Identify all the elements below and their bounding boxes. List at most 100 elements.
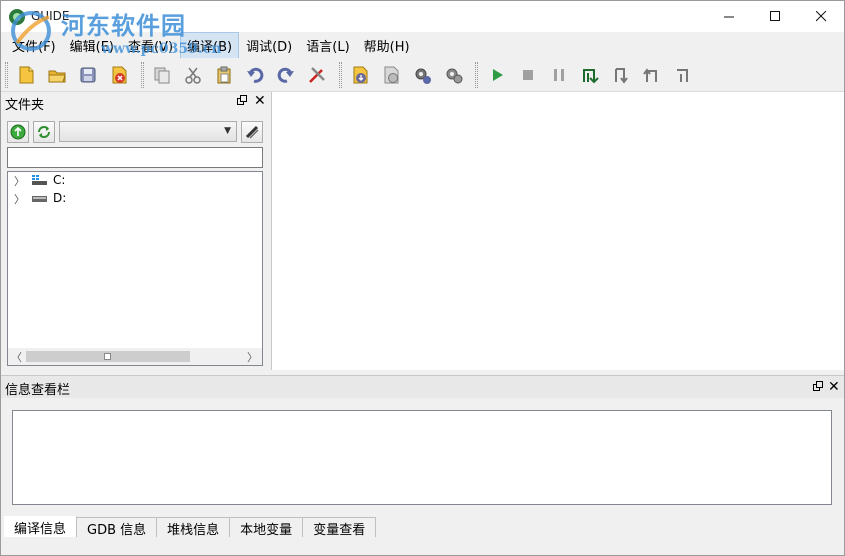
float-pane-icon[interactable] [237, 95, 249, 107]
copy-icon [154, 67, 170, 84]
menu-language[interactable]: 语言(L) [299, 32, 356, 59]
toolbar-grip[interactable] [475, 62, 478, 88]
toolbar [1, 58, 844, 92]
tree-item-c-drive[interactable]: 〉 C: [8, 172, 248, 190]
close-pane-icon[interactable]: ✕ [254, 93, 266, 109]
minimize-button[interactable] [706, 1, 752, 32]
toolbar-grip[interactable] [339, 62, 342, 88]
window-title: GUIDE [31, 9, 70, 23]
gears-icon [446, 68, 463, 84]
toolbar-grip[interactable] [5, 62, 8, 88]
scroll-left-icon[interactable]: 〈 [11, 349, 22, 365]
new-file-button[interactable] [14, 63, 38, 87]
tab-stack-info[interactable]: 堆栈信息 [157, 517, 231, 538]
tree-item-label: C: [53, 173, 66, 187]
step-over-button[interactable] [578, 63, 602, 87]
compile-icon [353, 66, 368, 84]
play-icon [493, 69, 503, 81]
menu-view[interactable]: 查看(V) [121, 32, 180, 59]
redo-button[interactable] [274, 63, 298, 87]
scrollbar-thumb[interactable] [26, 351, 190, 362]
wand-icon [245, 125, 259, 139]
app-window: GUIDE 文件(F) 编辑(E) 查看(V) 编译(B) 调试(D) 语言(L… [0, 0, 845, 556]
tree-item-d-drive[interactable]: 〉 D: [8, 190, 248, 208]
menu-bar: 文件(F) 编辑(E) 查看(V) 编译(B) 调试(D) 语言(L) 帮助(H… [1, 31, 844, 59]
close-file-button[interactable] [107, 63, 131, 87]
folder-pane: 文件夹 ✕ ▼ 〉 C: 〉 D: 〈 〉 [1, 92, 270, 372]
tree-item-label: D: [53, 191, 67, 205]
gear-icon [415, 68, 431, 84]
copy-button[interactable] [150, 63, 174, 87]
pause-icon [554, 69, 564, 81]
step-over-icon [583, 69, 599, 84]
tab-gdb-info[interactable]: GDB 信息 [77, 517, 158, 538]
menu-file[interactable]: 文件(F) [5, 32, 63, 59]
scroll-right-icon[interactable]: 〉 [247, 349, 258, 365]
output-text-area[interactable] [12, 410, 832, 505]
maximize-button[interactable] [752, 1, 798, 32]
paste-button[interactable] [212, 63, 236, 87]
run-button[interactable] [485, 63, 509, 87]
editor-area[interactable] [271, 92, 844, 370]
info-pane: 信息查看栏 ✕ 编译信息 GDB 信息 堆栈信息 本地变量 变量查看 [1, 375, 844, 555]
refresh-button[interactable] [33, 121, 55, 143]
tab-local-variables[interactable]: 本地变量 [230, 517, 304, 538]
info-pane-title: 信息查看栏 [5, 383, 71, 398]
folder-pane-title: 文件夹 [5, 98, 45, 113]
horizontal-scrollbar[interactable]: 〈 〉 [8, 348, 262, 365]
title-bar[interactable]: GUIDE [1, 1, 844, 32]
chevron-down-icon: ▼ [224, 126, 231, 136]
menu-build[interactable]: 编译(B) [180, 31, 240, 59]
app-icon [9, 9, 25, 25]
folder-select[interactable]: ▼ [59, 121, 237, 142]
redo-icon [277, 67, 294, 83]
menu-edit[interactable]: 编辑(E) [63, 32, 121, 59]
path-input[interactable] [7, 147, 263, 168]
chevron-right-icon[interactable]: 〉 [14, 191, 25, 207]
step-out-icon [643, 68, 657, 82]
stop-icon [523, 70, 533, 80]
folder-tree[interactable]: 〉 C: 〉 D: 〈 〉 [7, 171, 263, 366]
close-file-icon [112, 66, 127, 84]
build-icon [384, 66, 399, 84]
float-pane-icon[interactable] [813, 381, 825, 393]
run-to-cursor-icon [677, 69, 688, 82]
undo-button[interactable] [243, 63, 267, 87]
save-icon [80, 67, 96, 83]
open-folder-icon [48, 70, 66, 83]
toolbar-grip[interactable] [141, 62, 144, 88]
cut-button[interactable] [181, 63, 205, 87]
save-button[interactable] [76, 63, 100, 87]
hard-drive-icon [32, 196, 47, 202]
build-settings-button[interactable] [410, 63, 434, 87]
close-icon [815, 11, 826, 22]
build-button[interactable] [379, 63, 403, 87]
compile-button[interactable] [348, 63, 372, 87]
chevron-right-icon[interactable]: 〉 [14, 173, 25, 189]
pause-button[interactable] [547, 63, 571, 87]
close-pane-icon[interactable]: ✕ [828, 379, 840, 395]
folder-pane-header: 文件夹 ✕ [1, 92, 270, 113]
folder-up-button[interactable] [7, 121, 29, 143]
info-tabs: 编译信息 GDB 信息 堆栈信息 本地变量 变量查看 [4, 516, 377, 538]
step-into-button[interactable] [609, 63, 633, 87]
run-to-cursor-button[interactable] [671, 63, 695, 87]
tools-button[interactable] [305, 63, 329, 87]
open-folder-button[interactable] [45, 63, 69, 87]
menu-help[interactable]: 帮助(H) [357, 32, 417, 59]
close-button[interactable] [798, 1, 844, 32]
step-into-icon [615, 68, 628, 84]
step-out-button[interactable] [640, 63, 664, 87]
undo-icon [247, 67, 264, 83]
stop-button[interactable] [516, 63, 540, 87]
browse-button[interactable] [241, 121, 263, 143]
menu-debug[interactable]: 调试(D) [239, 32, 299, 59]
paste-icon [217, 66, 231, 84]
scrollbar-grip [104, 353, 111, 360]
run-settings-button[interactable] [441, 63, 465, 87]
new-file-icon [19, 66, 34, 84]
info-pane-header: 信息查看栏 ✕ [1, 376, 844, 398]
tools-icon [309, 67, 325, 83]
tab-watch-variables[interactable]: 变量查看 [303, 517, 377, 538]
tab-compile-info[interactable]: 编译信息 [4, 516, 78, 537]
